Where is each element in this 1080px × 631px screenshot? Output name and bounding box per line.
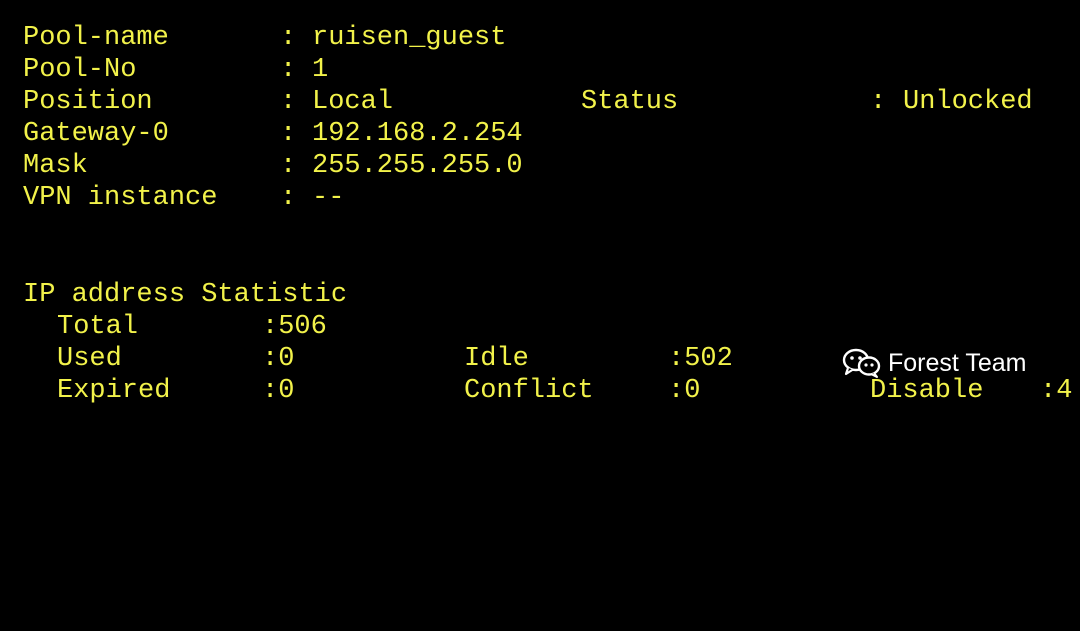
vpn-value: -- (312, 183, 345, 213)
position-value: Local (312, 87, 394, 117)
wechat-icon (842, 348, 882, 378)
pool-name-separator: : (280, 23, 297, 53)
pool-no-separator: : (280, 55, 297, 85)
pool-no-row: Pool-No : 1 (0, 54, 328, 86)
mask-value: 255.255.255.0 (312, 151, 523, 181)
separator-line: ----------------------------------------… (0, 0, 1080, 15)
gateway-value: 192.168.2.254 (312, 119, 523, 149)
status-value: Unlocked (903, 87, 1033, 117)
total-label: Total (57, 312, 139, 342)
conflict-label: Conflict (464, 376, 594, 406)
pool-no-label: Pool-No (23, 55, 137, 85)
statistic-heading-row: IP address Statistic (0, 279, 347, 311)
position-label: Position (23, 87, 153, 117)
idle-label: Idle (464, 344, 529, 374)
statistic-heading: IP address Statistic (23, 280, 348, 310)
mask-label: Mask (23, 151, 88, 181)
mask-separator: : (280, 151, 297, 181)
watermark-text: Forest Team (888, 348, 1027, 377)
total-row: Total :506 (0, 311, 327, 343)
expired-label: Expired (57, 376, 171, 406)
idle-value: :502 (668, 344, 733, 374)
expired-row: Expired :0 Conflict :0 Disable :4 (0, 375, 1072, 407)
pool-name-row: Pool-name : ruisen_guest (0, 22, 506, 54)
status-separator: : (870, 87, 887, 117)
gateway-row: Gateway-0 : 192.168.2.254 (0, 118, 523, 150)
gateway-label: Gateway-0 (23, 119, 169, 149)
forest-team-watermark: Forest Team (842, 346, 1026, 380)
pool-name-value: ruisen_guest (312, 23, 507, 53)
used-row: Used :0 Idle :502 (0, 343, 733, 375)
expired-value: :0 (262, 376, 295, 406)
vpn-label: VPN instance (23, 183, 218, 213)
mask-row: Mask : 255.255.255.0 (0, 150, 523, 182)
used-value: :0 (262, 344, 295, 374)
disable-value: :4 (1040, 376, 1073, 406)
pool-no-value: 1 (312, 55, 329, 85)
conflict-value: :0 (668, 376, 701, 406)
vpn-separator: : (280, 183, 297, 213)
total-value: :506 (262, 312, 327, 342)
position-separator: : (280, 87, 297, 117)
vpn-row: VPN instance : -- (0, 182, 344, 214)
position-row: Position : Local Status : Unlocked (0, 86, 1033, 118)
status-label: Status (581, 87, 679, 117)
used-label: Used (57, 344, 122, 374)
pool-name-label: Pool-name (23, 23, 169, 53)
gateway-separator: : (280, 119, 297, 149)
